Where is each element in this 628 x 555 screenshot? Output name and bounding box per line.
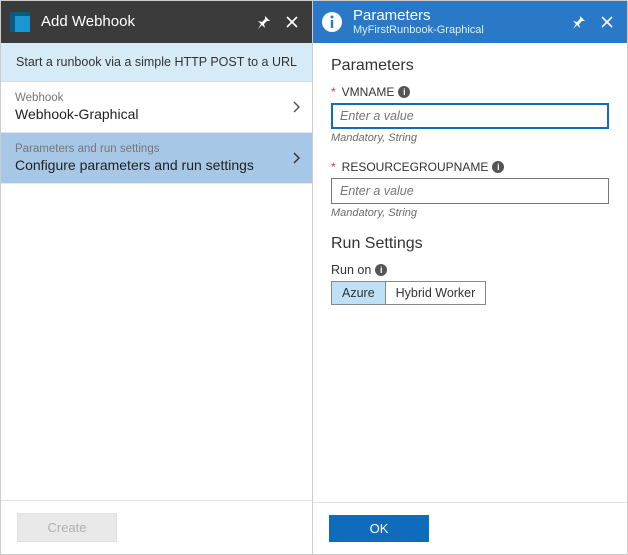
toggle-azure[interactable]: Azure	[331, 281, 386, 305]
webhook-panel-icon	[9, 11, 31, 33]
ok-button[interactable]: OK	[329, 515, 429, 542]
vmname-field: * VMNAME i Mandatory, String	[331, 85, 609, 144]
rgname-field: * RESOURCEGROUPNAME i Mandatory, String	[331, 160, 609, 219]
rgname-helper: Mandatory, String	[331, 207, 609, 219]
right-content: Parameters * VMNAME i Mandatory, String …	[313, 43, 627, 375]
pin-button[interactable]	[565, 8, 593, 36]
left-footer: Create	[1, 500, 312, 554]
info-banner: Start a runbook via a simple HTTP POST t…	[1, 43, 312, 82]
run-on-label: Run on i	[331, 263, 609, 277]
info-circle-icon	[321, 11, 343, 33]
vmname-label: * VMNAME i	[331, 85, 609, 99]
close-button[interactable]	[278, 8, 306, 36]
parameters-panel: Parameters MyFirstRunbook-Graphical Para…	[313, 1, 627, 554]
run-on-text: Run on	[331, 263, 371, 277]
vmname-helper: Mandatory, String	[331, 132, 609, 144]
right-subtitle: MyFirstRunbook-Graphical	[353, 24, 565, 36]
toggle-hybrid[interactable]: Hybrid Worker	[386, 281, 487, 305]
right-footer: OK	[313, 502, 627, 554]
chevron-right-icon	[292, 152, 300, 164]
info-icon[interactable]: i	[398, 86, 410, 98]
vmname-input[interactable]	[331, 103, 609, 129]
run-settings-title: Run Settings	[331, 235, 609, 253]
info-icon[interactable]: i	[375, 264, 387, 276]
right-title: Parameters	[353, 8, 565, 25]
close-button[interactable]	[593, 8, 621, 36]
left-title: Add Webhook	[41, 14, 250, 31]
parameters-item[interactable]: Parameters and run settings Configure pa…	[1, 133, 312, 184]
params-label: Parameters and run settings	[15, 143, 298, 155]
run-on-toggle: Azure Hybrid Worker	[331, 281, 609, 305]
rgname-input[interactable]	[331, 178, 609, 204]
add-webhook-panel: Add Webhook Start a runbook via a simple…	[1, 1, 313, 554]
chevron-right-icon	[292, 101, 300, 113]
webhook-label: Webhook	[15, 92, 298, 104]
webhook-value: Webhook-Graphical	[15, 106, 298, 122]
right-header-titles: Parameters MyFirstRunbook-Graphical	[353, 8, 565, 37]
pin-button[interactable]	[250, 8, 278, 36]
left-header: Add Webhook	[1, 1, 312, 43]
webhook-item[interactable]: Webhook Webhook-Graphical	[1, 82, 312, 133]
params-value: Configure parameters and run settings	[15, 157, 298, 173]
required-asterisk: *	[331, 85, 336, 99]
create-button: Create	[17, 513, 117, 542]
info-icon[interactable]: i	[492, 161, 504, 173]
vmname-label-text: VMNAME	[342, 85, 395, 99]
required-asterisk: *	[331, 160, 336, 174]
rgname-label: * RESOURCEGROUPNAME i	[331, 160, 609, 174]
parameters-section-title: Parameters	[331, 57, 609, 75]
right-header: Parameters MyFirstRunbook-Graphical	[313, 1, 627, 43]
left-header-titles: Add Webhook	[41, 14, 250, 31]
rgname-label-text: RESOURCEGROUPNAME	[342, 160, 489, 174]
